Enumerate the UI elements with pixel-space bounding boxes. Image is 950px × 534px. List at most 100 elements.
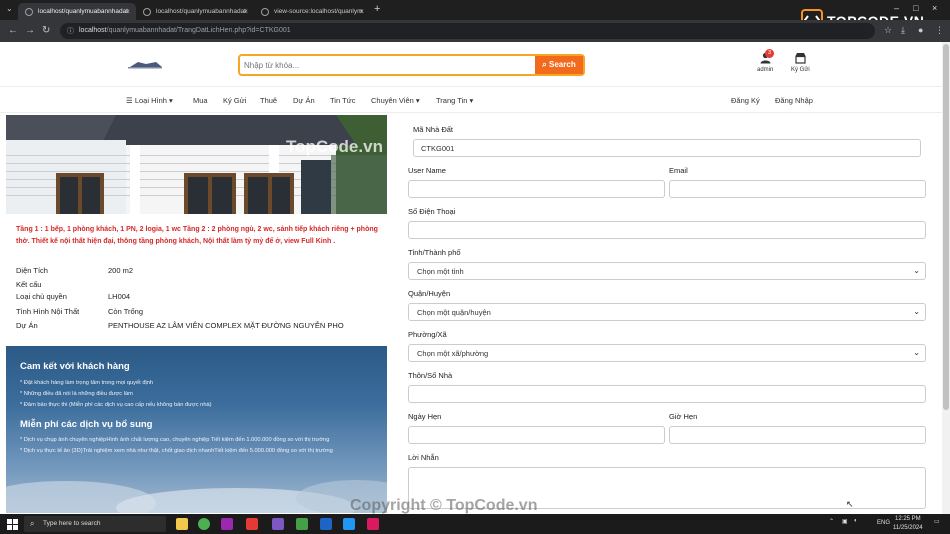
globe-icon [261,8,269,16]
app-icon[interactable] [246,518,258,530]
ward-select[interactable]: Chọn một xã/phường ⌄ [408,344,926,362]
menu-icon[interactable]: ⋮ [935,25,944,36]
date-field[interactable] [408,426,665,444]
watermark-text: TopCode.vn [286,137,383,156]
new-tab-button[interactable]: + [374,3,380,15]
word-icon[interactable] [320,518,332,530]
district-label: Quận/Huyện [408,289,451,298]
network-icon[interactable]: ▣ [842,518,848,525]
globe-icon [25,8,33,16]
ward-selected: Chọn một xã/phường [417,349,489,358]
nav-item-trang-tin[interactable]: Trang Tin ▾ [436,96,473,105]
promo-title: Miễn phí các dịch vụ bổ sung [20,419,153,430]
nav-item-ky-gui[interactable]: Ký Gửi [223,96,246,105]
browser-tab-1[interactable]: localhost/quanlymuabannhadat × [18,3,136,20]
close-icon[interactable]: × [243,7,248,16]
address-bar[interactable]: ⓘ localhost/quanlymuabannhadat/TrangDatL… [60,23,875,39]
search-input[interactable] [244,58,534,72]
promo-item: * Đặt khách hàng làm trọng tâm trong mọi… [20,380,154,386]
windows-taskbar: ⌕ Type here to search ⌃ ▣ ◐ ENG 12:25 PM… [0,514,950,534]
district-select[interactable]: Chọn một quận/huyện ⌄ [408,303,926,321]
nav-item-thue[interactable]: Thuê [260,96,277,105]
clock-time[interactable]: 12:25 PM [895,516,921,522]
mouse-cursor-icon: ↖ [846,499,854,509]
app-icon[interactable] [221,518,233,530]
file-explorer-icon[interactable] [176,518,188,530]
visual-studio-icon[interactable] [272,518,284,530]
spec-label: Diện Tích [16,266,48,275]
register-link[interactable]: Đăng Ký [731,96,760,105]
scrollbar-thumb[interactable] [943,44,949,410]
tab-title: localhost/quanlymuabannhadat [38,8,128,15]
language-indicator[interactable]: ENG [877,520,890,526]
close-icon[interactable]: × [359,7,364,16]
promo-banner: Cam kết với khách hàng * Đặt khách hàng … [6,346,387,513]
clock-date[interactable]: 11/25/2024 [893,525,923,531]
back-icon[interactable]: ← [8,25,18,36]
spec-value: LH004 [108,292,131,301]
app-icon[interactable] [296,518,308,530]
nav-item-mua[interactable]: Mua [193,96,208,105]
site-header: ⌕ Search 3 admin Ký Gửi [0,42,942,87]
phone-field[interactable] [408,221,926,239]
vscode-icon[interactable] [343,518,355,530]
forward-icon[interactable]: → [25,25,35,36]
window-close-icon[interactable]: × [932,3,937,13]
browser-tab-2[interactable]: localhost/quanlymuabannhadat × [136,3,254,20]
village-field[interactable] [408,385,926,403]
message-label: Lời Nhắn [408,453,439,462]
spec-label: Loại chủ quyền [16,292,67,301]
time-field[interactable] [669,426,926,444]
caret-down-icon: ▾ [413,96,420,105]
nav-item-du-an[interactable]: Dự Án [293,96,315,105]
province-select[interactable]: Chọn một tỉnh ⌄ [408,262,926,280]
notification-icon[interactable]: ▭ [934,518,940,525]
close-icon[interactable]: × [125,7,130,16]
login-link[interactable]: Đăng Nhập [775,96,813,105]
copyright-watermark: Copyright © TopCode.vn [350,497,538,514]
phone-label: Số Điện Thoại [408,207,456,216]
ward-label: Phường/Xã [408,330,447,339]
bookmark-star-icon[interactable]: ☆ [884,25,892,36]
promo-title: Cam kết với khách hàng [20,361,130,372]
maximize-icon[interactable]: □ [913,3,918,13]
promo-item: * Đảm bảo thực thi (Miễn phí các dịch vụ… [20,402,212,408]
app-icon[interactable] [367,518,379,530]
username-label: User Name [408,166,446,175]
date-label: Ngày Hẹn [408,412,442,421]
page-scrollbar[interactable] [942,42,950,514]
search-icon: ⌕ [542,60,547,69]
nav-item-loai-hinh[interactable]: ☰ Loại Hình ▾ [126,96,173,105]
windows-start-icon[interactable] [7,519,18,530]
nav-item-chuyen-vien[interactable]: Chuyên Viên ▾ [371,96,420,105]
minimize-icon[interactable]: – [894,3,899,13]
promo-item: * Những điều đã nói là những điều được l… [20,391,133,397]
ma-nha-dat-field[interactable]: CTKG001 [413,139,921,157]
chrome-icon[interactable] [198,518,210,530]
caret-down-icon: ▾ [467,96,474,105]
consign-link[interactable]: Ký Gửi [791,52,810,73]
taskbar-search-placeholder: Type here to search [43,520,101,527]
tray-chevron-icon[interactable]: ⌃ [829,518,834,525]
nav-item-tin-tuc[interactable]: Tin Tức [330,96,355,105]
email-field[interactable] [669,180,926,198]
browser-tab-3[interactable]: view-source:localhost/quanlym × [254,3,370,20]
site-info-icon[interactable]: ⓘ [67,26,74,36]
ma-nha-dat-label: Mã Nhà Đất [413,125,454,134]
profile-icon[interactable]: ● [918,25,923,35]
taskbar-search[interactable]: ⌕ Type here to search [24,516,166,532]
admin-account[interactable]: 3 admin [757,49,774,73]
hamburger-icon: ☰ [126,96,135,105]
caret-down-icon: ▾ [166,96,173,105]
username-field[interactable] [408,180,665,198]
site-logo[interactable] [126,59,164,69]
spec-value: 200 m2 [108,266,134,275]
tab-search-icon[interactable]: ⌄ [6,4,13,13]
volume-icon[interactable]: ◐ [854,518,858,524]
browser-tab-strip: ⌄ localhost/quanlymuabannhadat × localho… [0,0,950,31]
globe-icon [143,8,151,16]
reload-icon[interactable]: ↻ [42,25,50,36]
notification-badge: 3 [765,49,774,58]
search-button[interactable]: ⌕ Search [535,56,583,74]
download-icon[interactable]: ⤓ [901,25,905,36]
